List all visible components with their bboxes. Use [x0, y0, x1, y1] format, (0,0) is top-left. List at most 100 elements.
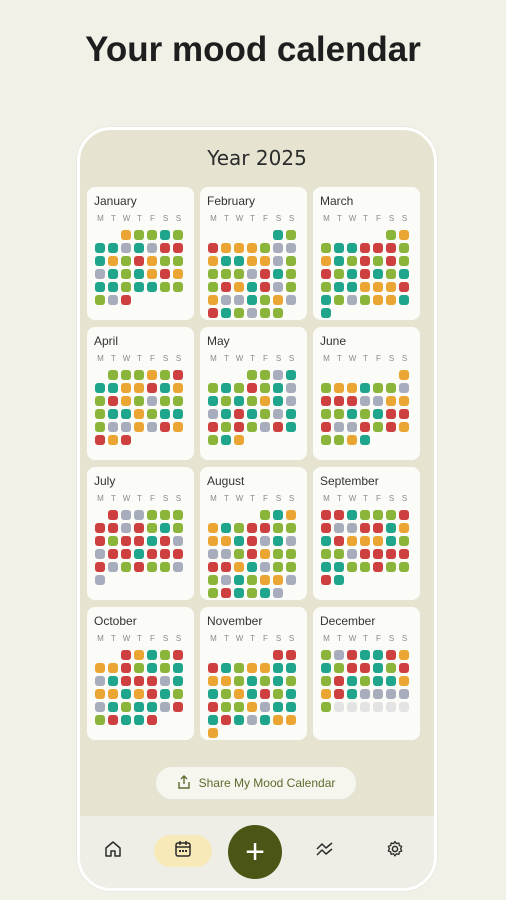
mood-day-cell[interactable]: [273, 562, 283, 572]
mood-day-cell[interactable]: [173, 422, 183, 432]
mood-day-cell[interactable]: [386, 689, 396, 699]
mood-day-cell[interactable]: [221, 663, 231, 673]
mood-day-cell[interactable]: [247, 308, 257, 318]
mood-day-cell[interactable]: [260, 510, 270, 520]
mood-day-cell[interactable]: [121, 383, 131, 393]
mood-day-cell[interactable]: [208, 295, 218, 305]
mood-day-cell[interactable]: [273, 230, 283, 240]
mood-day-cell[interactable]: [321, 256, 331, 266]
mood-day-cell[interactable]: [208, 588, 218, 598]
mood-day-cell[interactable]: [347, 243, 357, 253]
share-button[interactable]: Share My Mood Calendar: [155, 766, 357, 800]
mood-day-cell[interactable]: [95, 256, 105, 266]
mood-day-cell[interactable]: [208, 676, 218, 686]
mood-day-cell[interactable]: [108, 663, 118, 673]
mood-day-cell[interactable]: [399, 676, 409, 686]
mood-day-cell[interactable]: [360, 536, 370, 546]
mood-day-cell[interactable]: [399, 702, 409, 712]
mood-day-cell[interactable]: [208, 549, 218, 559]
mood-day-cell[interactable]: [286, 370, 296, 380]
mood-day-cell[interactable]: [321, 689, 331, 699]
mood-day-cell[interactable]: [147, 689, 157, 699]
mood-day-cell[interactable]: [108, 396, 118, 406]
mood-day-cell[interactable]: [286, 282, 296, 292]
mood-day-cell[interactable]: [273, 269, 283, 279]
mood-day-cell[interactable]: [121, 256, 131, 266]
mood-day-cell[interactable]: [95, 702, 105, 712]
mood-day-cell[interactable]: [373, 676, 383, 686]
mood-day-cell[interactable]: [373, 256, 383, 266]
mood-day-cell[interactable]: [208, 396, 218, 406]
month-card-march[interactable]: March M T W T F S S: [313, 187, 420, 320]
mood-day-cell[interactable]: [399, 422, 409, 432]
mood-day-cell[interactable]: [134, 370, 144, 380]
mood-day-cell[interactable]: [134, 230, 144, 240]
mood-day-cell[interactable]: [347, 383, 357, 393]
mood-day-cell[interactable]: [221, 409, 231, 419]
mood-day-cell[interactable]: [108, 689, 118, 699]
mood-day-cell[interactable]: [221, 383, 231, 393]
mood-day-cell[interactable]: [399, 663, 409, 673]
mood-day-cell[interactable]: [247, 536, 257, 546]
month-card-august[interactable]: August M T W T F S S: [200, 467, 307, 600]
mood-day-cell[interactable]: [108, 370, 118, 380]
mood-day-cell[interactable]: [208, 269, 218, 279]
mood-day-cell[interactable]: [95, 536, 105, 546]
mood-day-cell[interactable]: [347, 536, 357, 546]
mood-day-cell[interactable]: [108, 510, 118, 520]
mood-day-cell[interactable]: [286, 422, 296, 432]
mood-day-cell[interactable]: [260, 663, 270, 673]
mood-day-cell[interactable]: [108, 409, 118, 419]
mood-day-cell[interactable]: [334, 510, 344, 520]
month-card-february[interactable]: February M T W T F S S: [200, 187, 307, 320]
nav-calendar[interactable]: [154, 835, 212, 867]
mood-day-cell[interactable]: [273, 422, 283, 432]
mood-day-cell[interactable]: [273, 523, 283, 533]
mood-day-cell[interactable]: [108, 549, 118, 559]
mood-day-cell[interactable]: [273, 689, 283, 699]
mood-day-cell[interactable]: [273, 282, 283, 292]
mood-day-cell[interactable]: [147, 549, 157, 559]
mood-day-cell[interactable]: [321, 396, 331, 406]
mood-day-cell[interactable]: [221, 256, 231, 266]
mood-day-cell[interactable]: [373, 549, 383, 559]
month-card-june[interactable]: June M T W T F S S: [313, 327, 420, 460]
mood-day-cell[interactable]: [234, 269, 244, 279]
mood-day-cell[interactable]: [386, 562, 396, 572]
mood-day-cell[interactable]: [334, 409, 344, 419]
mood-day-cell[interactable]: [321, 282, 331, 292]
mood-day-cell[interactable]: [260, 676, 270, 686]
mood-day-cell[interactable]: [399, 510, 409, 520]
mood-day-cell[interactable]: [121, 562, 131, 572]
mood-day-cell[interactable]: [221, 562, 231, 572]
mood-day-cell[interactable]: [173, 396, 183, 406]
mood-day-cell[interactable]: [134, 523, 144, 533]
mood-day-cell[interactable]: [373, 562, 383, 572]
mood-day-cell[interactable]: [399, 370, 409, 380]
mood-day-cell[interactable]: [134, 383, 144, 393]
mood-day-cell[interactable]: [234, 256, 244, 266]
mood-day-cell[interactable]: [347, 663, 357, 673]
mood-day-cell[interactable]: [386, 269, 396, 279]
mood-day-cell[interactable]: [108, 435, 118, 445]
mood-day-cell[interactable]: [321, 383, 331, 393]
mood-day-cell[interactable]: [399, 243, 409, 253]
mood-day-cell[interactable]: [173, 370, 183, 380]
mood-day-cell[interactable]: [373, 523, 383, 533]
mood-day-cell[interactable]: [260, 256, 270, 266]
mood-day-cell[interactable]: [234, 308, 244, 318]
mood-day-cell[interactable]: [321, 435, 331, 445]
mood-day-cell[interactable]: [160, 383, 170, 393]
mood-day-cell[interactable]: [221, 536, 231, 546]
mood-day-cell[interactable]: [208, 702, 218, 712]
mood-day-cell[interactable]: [108, 422, 118, 432]
mood-day-cell[interactable]: [147, 676, 157, 686]
month-card-december[interactable]: December M T W T F S S: [313, 607, 420, 740]
mood-day-cell[interactable]: [134, 396, 144, 406]
mood-day-cell[interactable]: [234, 383, 244, 393]
mood-day-cell[interactable]: [334, 269, 344, 279]
mood-day-cell[interactable]: [234, 396, 244, 406]
mood-day-cell[interactable]: [208, 243, 218, 253]
mood-day-cell[interactable]: [147, 562, 157, 572]
mood-day-cell[interactable]: [321, 308, 331, 318]
